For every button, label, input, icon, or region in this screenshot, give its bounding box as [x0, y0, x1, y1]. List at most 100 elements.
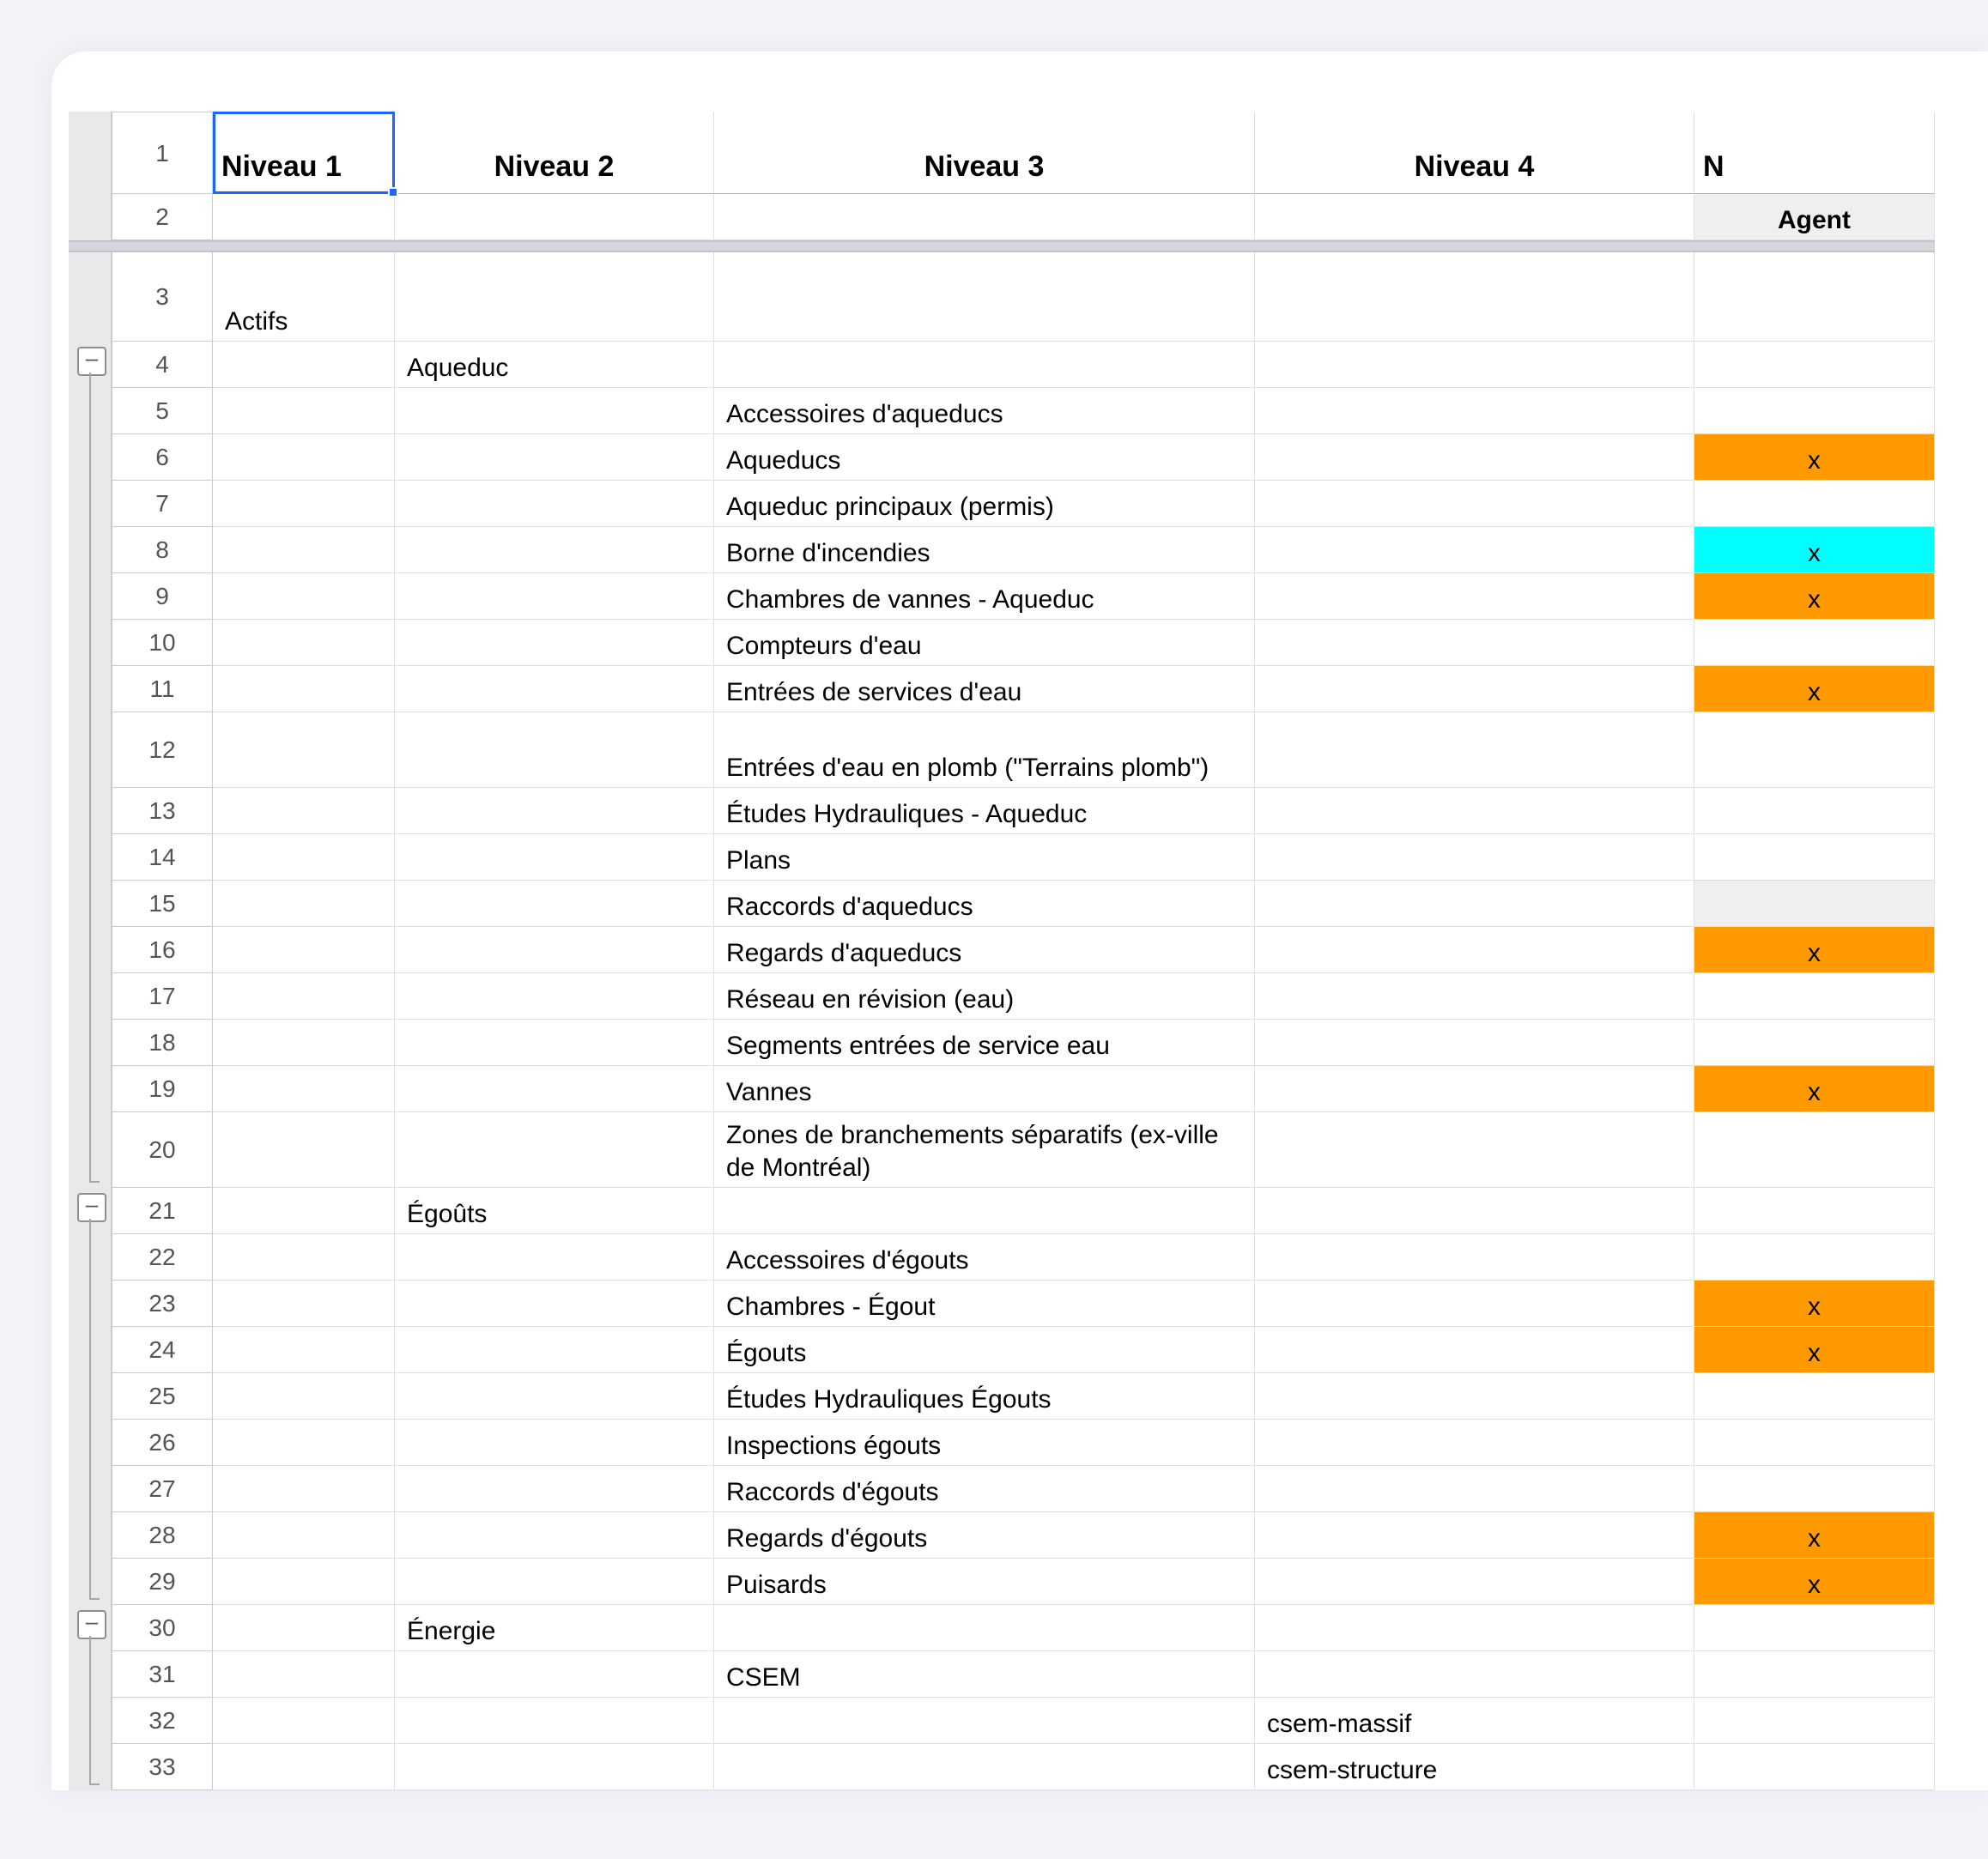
cell-agent[interactable]: x [1694, 927, 1935, 973]
cell-niveau3[interactable]: Entrées de services d'eau [714, 666, 1255, 712]
cell-agent[interactable] [1694, 1698, 1935, 1744]
cell-niveau1[interactable] [213, 712, 395, 788]
cell-niveau4[interactable] [1255, 573, 1694, 620]
row-number[interactable]: 22 [112, 1234, 213, 1281]
cell-niveau2[interactable] [395, 1020, 714, 1066]
row-number[interactable]: 20 [112, 1112, 213, 1188]
cell-agent[interactable] [1694, 1234, 1935, 1281]
row-number[interactable]: 26 [112, 1420, 213, 1466]
row-number[interactable]: 17 [112, 973, 213, 1020]
cell-niveau4[interactable] [1255, 1234, 1694, 1281]
row-number[interactable]: 9 [112, 573, 213, 620]
cell-niveau1[interactable] [213, 1066, 395, 1112]
cell-niveau3[interactable] [714, 1744, 1255, 1790]
cell-niveau1[interactable] [213, 573, 395, 620]
cell-niveau4[interactable] [1255, 434, 1694, 481]
cell-niveau2[interactable] [395, 973, 714, 1020]
row-number[interactable]: 7 [112, 481, 213, 527]
cell-agent[interactable] [1694, 388, 1935, 434]
cell-niveau1[interactable] [213, 1188, 395, 1234]
cell-niveau3[interactable]: Zones de branchements séparatifs (ex-vil… [714, 1112, 1255, 1188]
cell-niveau1[interactable] [213, 434, 395, 481]
cell-niveau2[interactable] [395, 1373, 714, 1420]
row-number[interactable]: 32 [112, 1698, 213, 1744]
cell-niveau2[interactable] [395, 527, 714, 573]
cell-niveau2[interactable] [395, 1559, 714, 1605]
cell-niveau1[interactable] [213, 881, 395, 927]
cell-niveau3[interactable] [714, 252, 1255, 342]
column-header-f-partial[interactable]: N [1694, 112, 1935, 194]
cell-agent[interactable]: x [1694, 1327, 1935, 1373]
cell-niveau4[interactable] [1255, 1281, 1694, 1327]
row-number[interactable]: 19 [112, 1066, 213, 1112]
column-header-c[interactable]: Niveau 2 [395, 112, 714, 194]
cell-niveau2[interactable] [395, 881, 714, 927]
cell-niveau4[interactable] [1255, 1066, 1694, 1112]
cell-niveau3[interactable]: Réseau en révision (eau) [714, 973, 1255, 1020]
cell-niveau1[interactable] [213, 388, 395, 434]
cell-agent[interactable] [1694, 1020, 1935, 1066]
cell-niveau2[interactable] [395, 834, 714, 881]
cell-niveau3[interactable]: Études Hydrauliques Égouts [714, 1373, 1255, 1420]
row-number[interactable]: 3 [112, 252, 213, 342]
cell-niveau3[interactable]: Entrées d'eau en plomb ("Terrains plomb"… [714, 712, 1255, 788]
cell-agent[interactable] [1694, 1373, 1935, 1420]
cell-niveau1[interactable] [213, 834, 395, 881]
cell-niveau4[interactable] [1255, 927, 1694, 973]
row-number[interactable]: 14 [112, 834, 213, 881]
cell-niveau4[interactable] [1255, 666, 1694, 712]
cell-niveau3[interactable]: Accessoires d'aqueducs [714, 388, 1255, 434]
cell-niveau3[interactable]: Borne d'incendies [714, 527, 1255, 573]
cell-niveau2[interactable]: Énergie [395, 1605, 714, 1651]
cell-niveau3[interactable]: Accessoires d'égouts [714, 1234, 1255, 1281]
cell-niveau3[interactable]: Raccords d'égouts [714, 1466, 1255, 1512]
cell-niveau2[interactable] [395, 620, 714, 666]
row-number[interactable]: 11 [112, 666, 213, 712]
cell-agent[interactable] [1694, 712, 1935, 788]
row-number[interactable]: 6 [112, 434, 213, 481]
cell-agent[interactable] [1694, 1744, 1935, 1790]
cell-agent[interactable]: x [1694, 527, 1935, 573]
subheader-agent[interactable]: Agent [1694, 194, 1935, 240]
row-number[interactable]: 33 [112, 1744, 213, 1790]
cell-niveau1[interactable] [213, 666, 395, 712]
row-number[interactable]: 13 [112, 788, 213, 834]
cell-niveau4[interactable] [1255, 1466, 1694, 1512]
cell-niveau3[interactable]: Aqueduc principaux (permis) [714, 481, 1255, 527]
cell-niveau2[interactable] [395, 388, 714, 434]
spreadsheet-grid[interactable]: 1 Niveau 1 Niveau 2 Niveau 3 Niveau 4 N … [69, 112, 1988, 1790]
cell-niveau4[interactable] [1255, 252, 1694, 342]
cell-agent[interactable]: x [1694, 666, 1935, 712]
cell-niveau4[interactable] [1255, 1605, 1694, 1651]
cell[interactable] [395, 194, 714, 240]
cell-niveau4[interactable] [1255, 1420, 1694, 1466]
outline-collapse-button[interactable]: – [77, 1193, 106, 1222]
cell-agent[interactable] [1694, 788, 1935, 834]
cell-niveau3[interactable]: Études Hydrauliques - Aqueduc [714, 788, 1255, 834]
cell-agent[interactable]: x [1694, 1281, 1935, 1327]
cell-agent[interactable] [1694, 1466, 1935, 1512]
cell-agent[interactable]: x [1694, 1512, 1935, 1559]
cell-agent[interactable]: x [1694, 1066, 1935, 1112]
cell-niveau1[interactable] [213, 1327, 395, 1373]
row-number[interactable]: 25 [112, 1373, 213, 1420]
row-number[interactable]: 10 [112, 620, 213, 666]
cell-agent[interactable] [1694, 1651, 1935, 1698]
row-number[interactable]: 15 [112, 881, 213, 927]
cell-niveau4[interactable] [1255, 342, 1694, 388]
cell-niveau3[interactable]: Vannes [714, 1066, 1255, 1112]
frozen-divider[interactable] [69, 240, 1935, 252]
cell-niveau1[interactable] [213, 527, 395, 573]
cell-niveau1[interactable]: Actifs [213, 252, 395, 342]
cell-agent[interactable] [1694, 1112, 1935, 1188]
cell-niveau4[interactable] [1255, 1327, 1694, 1373]
cell-niveau1[interactable] [213, 1512, 395, 1559]
column-header-d[interactable]: Niveau 3 [714, 112, 1255, 194]
cell-niveau2[interactable] [395, 1512, 714, 1559]
cell-niveau2[interactable]: Égoûts [395, 1188, 714, 1234]
row-number[interactable]: 21 [112, 1188, 213, 1234]
cell-niveau1[interactable] [213, 1605, 395, 1651]
cell-niveau3[interactable]: Compteurs d'eau [714, 620, 1255, 666]
cell-niveau4[interactable] [1255, 620, 1694, 666]
cell-niveau2[interactable] [395, 1327, 714, 1373]
